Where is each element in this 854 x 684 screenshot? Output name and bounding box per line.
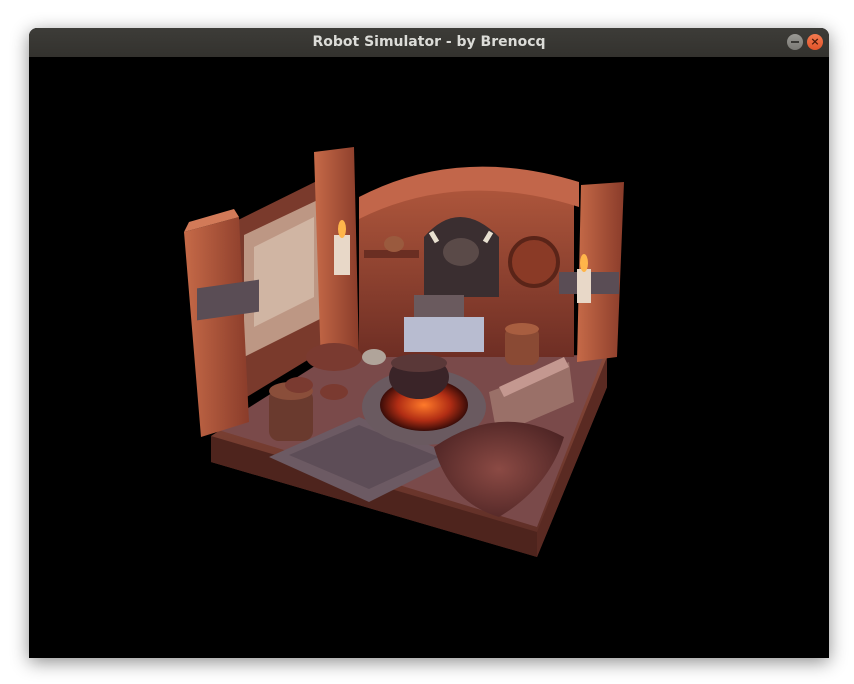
app-window: Robot Simulator - by Brenocq ×: [29, 28, 829, 658]
minimize-button[interactable]: [787, 34, 803, 50]
3d-scene-render: [184, 147, 624, 557]
close-button[interactable]: ×: [807, 34, 823, 50]
close-icon: ×: [810, 35, 820, 48]
window-title: Robot Simulator - by Brenocq: [312, 34, 546, 50]
title-bar[interactable]: Robot Simulator - by Brenocq ×: [29, 28, 829, 57]
3d-viewport[interactable]: [29, 57, 829, 658]
